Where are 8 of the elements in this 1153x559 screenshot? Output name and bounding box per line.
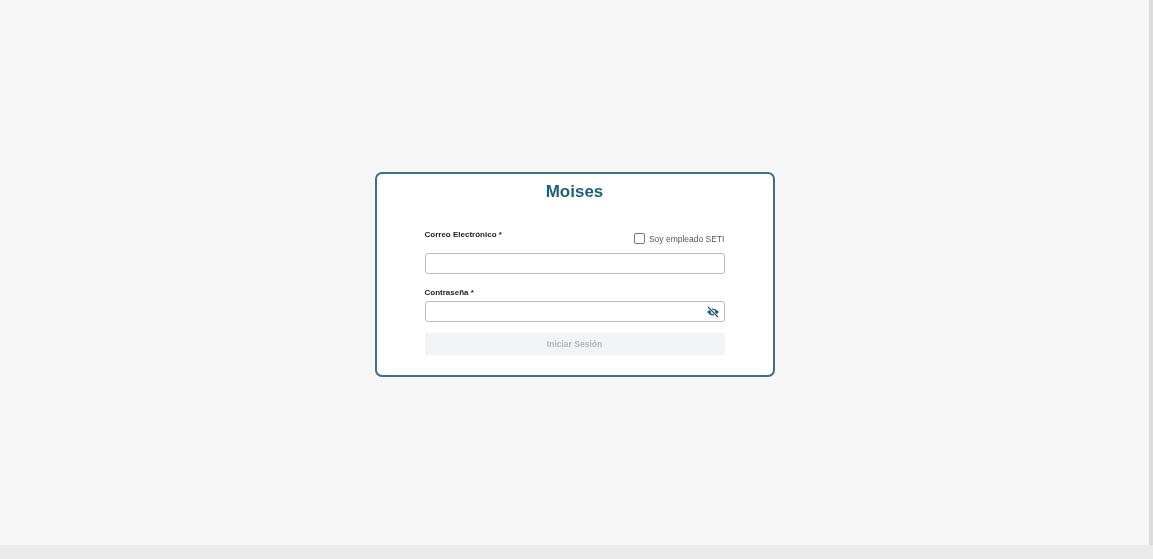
employee-checkbox-label: Soy empleado SETI — [648, 233, 725, 244]
email-field[interactable] — [424, 253, 725, 274]
employee-checkbox[interactable] — [633, 233, 645, 244]
hidden-eye-icon[interactable] — [705, 305, 720, 318]
password-label: Contraseña * — [424, 288, 474, 297]
app-title: Moises — [544, 182, 605, 202]
password-field[interactable] — [424, 301, 725, 322]
email-label: Correo Electrónico * — [424, 230, 502, 239]
